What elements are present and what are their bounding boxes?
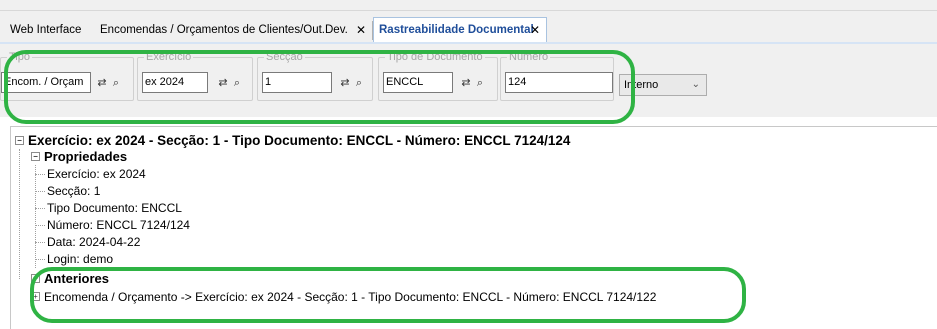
tipo-field[interactable]: Encom. / Orçam xyxy=(1,72,91,93)
search-icon[interactable]: ⌕ xyxy=(109,75,123,91)
search-icon[interactable]: ⌕ xyxy=(473,75,487,91)
search-icon[interactable]: ⌕ xyxy=(352,75,366,91)
tab-rastreabilidade[interactable]: Rastreabilidade Documental ✕ xyxy=(373,17,547,43)
collapse-icon[interactable]: − xyxy=(15,135,24,145)
scope-select[interactable]: Interno ⌄ xyxy=(619,74,707,96)
close-icon[interactable]: ✕ xyxy=(356,19,366,42)
tree-node-propriedades[interactable]: − Propriedades xyxy=(31,149,127,165)
tipo-actions: ⇄ ⌕ xyxy=(95,75,123,91)
exercicio-actions: ⇄ ⌕ xyxy=(216,75,244,91)
tree-node-label: Encomenda / Orçamento -> Exercício: ex 2… xyxy=(44,290,657,304)
tree-node-label: Anteriores xyxy=(44,271,110,286)
tree-connector xyxy=(35,208,45,209)
tab-strip: Web Interface Encomendas / Orçamentos de… xyxy=(0,0,937,44)
tab-label: Web Interface xyxy=(10,24,82,36)
tree-node-label: Propriedades xyxy=(44,149,128,164)
filter-bar: Tipo Encom. / Orçam ⇄ ⌕ Exercício ex 2024… xyxy=(0,44,937,117)
exercicio-field[interactable]: ex 2024 xyxy=(142,72,208,93)
tree-connector xyxy=(35,165,36,268)
divider xyxy=(0,10,937,11)
tree-root-node[interactable]: − Exercício: ex 2024 - Secção: 1 - Tipo D… xyxy=(15,133,570,149)
tree-leaf: Número: ENCCL 7124/124 xyxy=(47,218,190,232)
tree-leaf: Tipo Documento: ENCCL xyxy=(47,201,182,215)
tree-connector xyxy=(35,242,45,243)
tree-connector xyxy=(35,259,45,260)
traceability-tree: − Exercício: ex 2024 - Secção: 1 - Tipo D… xyxy=(10,126,937,329)
tipo-group: Tipo Encom. / Orçam ⇄ ⌕ xyxy=(0,50,134,101)
tree-leaf: Secção: 1 xyxy=(47,184,101,198)
binoculars-icon[interactable]: ⇄ xyxy=(216,75,230,91)
search-icon[interactable]: ⌕ xyxy=(230,75,244,91)
tab-label: Rastreabilidade Documental xyxy=(379,24,534,36)
close-icon[interactable]: ✕ xyxy=(530,20,540,40)
seccao-field[interactable]: 1 xyxy=(262,72,332,93)
tree-connector xyxy=(35,174,45,175)
numero-group: Número 124 xyxy=(500,50,614,101)
tree-leaf: Login: demo xyxy=(47,252,114,266)
collapse-icon[interactable]: − xyxy=(31,152,40,162)
tree-connector xyxy=(35,191,45,192)
binoculars-icon[interactable]: ⇄ xyxy=(95,75,109,91)
seccao-actions: ⇄ ⌕ xyxy=(338,75,366,91)
tipo-documento-label: Tipo de Documento xyxy=(385,50,485,64)
tipo-documento-group: Tipo de Documento ENCCL ⇄ ⌕ xyxy=(378,50,498,101)
tree-connector xyxy=(19,149,20,279)
numero-field[interactable]: 124 xyxy=(505,72,613,93)
tab-label: Encomendas / Orçamentos de Clientes/Out.… xyxy=(100,24,348,36)
tree-root-label: Exercício: ex 2024 - Secção: 1 - Tipo Do… xyxy=(28,133,571,148)
expand-icon[interactable]: + xyxy=(31,292,40,302)
tree-node-anteriores[interactable]: − Anteriores xyxy=(31,271,109,287)
seccao-group: Secção 1 ⇄ ⌕ xyxy=(257,50,373,101)
binoculars-icon[interactable]: ⇄ xyxy=(338,75,352,91)
seccao-label: Secção xyxy=(264,50,305,64)
exercicio-label: Exercício xyxy=(144,50,194,64)
tree-node-anterior-item[interactable]: + Encomenda / Orçamento -> Exercício: ex … xyxy=(31,289,656,305)
collapse-icon[interactable]: − xyxy=(31,274,40,284)
tipo-label: Tipo xyxy=(7,50,32,64)
chevron-down-icon: ⌄ xyxy=(691,79,700,90)
exercicio-group: Exercício ex 2024 ⇄ ⌕ xyxy=(137,50,253,101)
tree-leaf: Exercício: ex 2024 xyxy=(47,167,146,181)
scope-select-value: Interno xyxy=(624,79,659,91)
tipo-documento-actions: ⇄ ⌕ xyxy=(459,75,487,91)
binoculars-icon[interactable]: ⇄ xyxy=(459,75,473,91)
tree-connector xyxy=(35,225,45,226)
tipo-documento-field[interactable]: ENCCL xyxy=(383,72,453,93)
numero-label: Número xyxy=(507,50,551,64)
tree-leaf: Data: 2024-04-22 xyxy=(47,235,141,249)
